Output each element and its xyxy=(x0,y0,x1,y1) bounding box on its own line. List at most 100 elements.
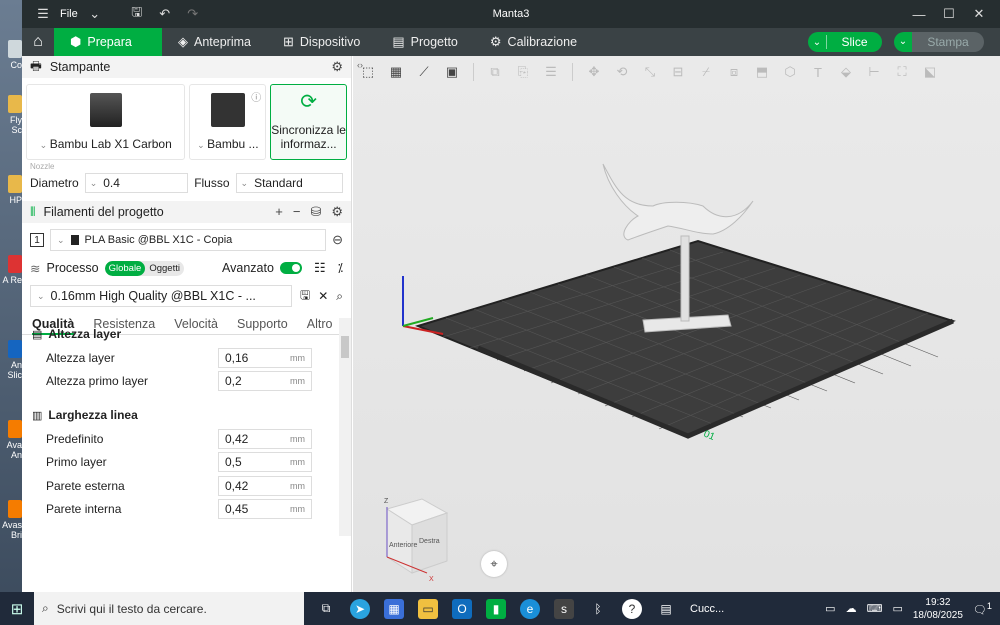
main-tab-bar: ⌂ ⬢ Prepara ◈ Anteprima ⊞ Dispositivo ▤ Prog… xyxy=(22,28,1000,56)
mode-global[interactable]: Globale xyxy=(104,260,146,276)
diameter-value: 0.4 xyxy=(103,176,120,190)
home-icon[interactable]: ⌂ xyxy=(22,28,54,56)
clock-date: 18/08/2025 xyxy=(912,609,963,621)
cube-icon: ⬢ xyxy=(70,34,82,49)
advanced-switch[interactable] xyxy=(279,262,302,274)
project-icon: ▤ xyxy=(392,34,405,49)
add-icon[interactable]: + xyxy=(275,204,283,220)
tab-supporto[interactable]: Supporto xyxy=(237,317,288,334)
desktop-icon[interactable]: An Slic xyxy=(0,340,22,380)
tab-prepara[interactable]: ⬢ Prepara xyxy=(54,28,162,56)
tab-progetto[interactable]: ▤ Progetto xyxy=(376,28,474,56)
battery-icon[interactable]: ▭ xyxy=(825,602,835,615)
filament-index: 1 xyxy=(30,233,44,247)
info-icon[interactable]: ⓘ xyxy=(251,89,261,104)
display-icon[interactable]: ▭ xyxy=(892,602,902,615)
tab-qualita[interactable]: Qualità xyxy=(32,317,75,335)
desktop-icon[interactable]: HP xyxy=(0,175,22,205)
bluetooth-icon[interactable]: ᛒ xyxy=(588,599,608,619)
edge-icon[interactable]: e xyxy=(520,598,540,619)
gear-icon[interactable]: ⚙ xyxy=(331,204,343,220)
notifications-icon[interactable]: 🗨1 xyxy=(973,601,992,617)
windows-start-icon[interactable]: ⊞ xyxy=(0,600,34,618)
printer-section-header: 🖶 Stampante ⚙ xyxy=(22,56,351,78)
slice-label: Slice xyxy=(826,35,882,49)
store-icon[interactable]: ▦ xyxy=(384,598,404,619)
tab-resistenza[interactable]: Resistenza xyxy=(93,317,155,334)
slice-button[interactable]: ⌄ Slice xyxy=(808,32,882,52)
redo-icon[interactable]: ↷ xyxy=(182,3,204,25)
mode-objects[interactable]: Oggetti xyxy=(145,261,184,276)
notification-count: 1 xyxy=(986,600,992,611)
file-menu[interactable]: File xyxy=(60,8,78,20)
process-mode-toggle[interactable]: Globale Oggetti xyxy=(104,260,184,276)
explorer-icon[interactable]: ▭ xyxy=(418,598,438,619)
chevron-down-icon: ⌄ xyxy=(57,234,65,245)
remove-filament-icon[interactable]: ⊖ xyxy=(332,232,343,248)
maximize-icon[interactable]: ☐ xyxy=(934,6,964,22)
model-stand[interactable] xyxy=(680,235,690,322)
outlook-icon[interactable]: O xyxy=(452,598,472,619)
plate-number: 01 xyxy=(702,429,717,444)
desktop-icon[interactable]: Avas Bri xyxy=(0,500,22,540)
sync-button[interactable]: ⟳ Sincronizza le informaz... xyxy=(270,84,347,160)
save-icon[interactable]: 🖫 xyxy=(126,3,148,25)
taskbar-app-label[interactable]: Cucc... xyxy=(690,603,724,615)
minimize-icon[interactable]: — xyxy=(904,7,934,22)
taskbar-search[interactable]: ⌕ Scrivi qui il testo da cercare. xyxy=(34,592,304,625)
printer-card[interactable]: ⌄ Bambu Lab X1 Carbon xyxy=(26,84,186,160)
recenter-view-button[interactable]: ⌖ xyxy=(481,551,507,577)
telegram-icon[interactable]: ➤ xyxy=(350,598,370,619)
task-view-icon[interactable]: ⧉ xyxy=(316,599,336,619)
undo-icon[interactable]: ↶ xyxy=(154,3,176,25)
news-icon[interactable]: ▤ xyxy=(656,599,676,619)
tab-dispositivo[interactable]: ⊞ Dispositivo xyxy=(267,28,376,56)
3d-viewport[interactable]: ‹› 01 ⬚ ▦ ⟋ ▣ ⧉ ⎘ ☰ ✥ ⟲ ⤡ ⊟ ⌿ ⧈ ⬒ ⬡ T ⬙ … xyxy=(353,56,1000,592)
print-button[interactable]: ⌄ Stampa xyxy=(894,32,984,52)
print-label: Stampa xyxy=(912,32,984,52)
nozzle-legend: Nozzle xyxy=(30,162,55,171)
filament-sync-icon[interactable]: ⛁ xyxy=(310,204,321,220)
remove-icon[interactable]: − xyxy=(293,204,301,220)
chevron-down-icon: ⌄ xyxy=(89,177,98,188)
gear-icon[interactable]: ⚙ xyxy=(331,59,343,75)
desktop-icon[interactable]: Fly Sc xyxy=(0,95,22,135)
tab-altro[interactable]: Altro xyxy=(307,317,333,334)
chevron-down-icon[interactable]: ⌄ xyxy=(808,37,826,48)
network-icon[interactable]: ☁ xyxy=(846,602,857,615)
plate-card[interactable]: ⓘ ⌄ Bambu ... xyxy=(189,84,267,160)
chevron-down-icon[interactable]: ⌄ xyxy=(84,3,106,25)
navigation-cube[interactable]: Anteriore Destra Z X xyxy=(367,491,457,591)
list-icon[interactable]: ☷ xyxy=(314,260,326,276)
process-preset-select[interactable]: ⌄ 0.16mm High Quality @BBL X1C - ... xyxy=(30,285,292,307)
hamburger-menu-icon[interactable]: ☰ xyxy=(32,3,54,25)
clock[interactable]: 19:32 18/08/2025 xyxy=(913,596,963,622)
filament-color-swatch[interactable] xyxy=(70,235,79,245)
chevron-down-icon[interactable]: ⌄ xyxy=(894,32,912,52)
close-icon[interactable]: ✕ xyxy=(318,289,328,303)
chevron-down-icon: ⌄ xyxy=(197,140,208,150)
target-icon: ⌖ xyxy=(490,556,498,571)
save-preset-icon[interactable]: 🖫 xyxy=(300,286,310,307)
tab-calibrazione[interactable]: ⚙ Calibrazione xyxy=(474,28,593,56)
flow-select[interactable]: ⌄ Standard xyxy=(235,173,343,193)
close-icon[interactable]: ✕ xyxy=(964,6,994,22)
bambu-studio-icon[interactable]: ▮ xyxy=(486,598,506,619)
tab-anteprima[interactable]: ◈ Anteprima xyxy=(162,28,267,56)
filament-select[interactable]: ⌄ PLA Basic @BBL X1C - Copia xyxy=(50,229,327,251)
calibration-icon: ⚙ xyxy=(489,34,502,49)
help-icon[interactable]: ? xyxy=(622,598,642,619)
cube-front-label: Anteriore xyxy=(389,542,418,549)
desktop-icon[interactable]: Co xyxy=(0,40,22,70)
manta-model[interactable] xyxy=(602,163,754,241)
plate-name: Bambu ... xyxy=(207,137,259,151)
keyboard-icon[interactable]: ⌨ xyxy=(867,602,883,615)
compare-icon[interactable]: ⁒ xyxy=(338,261,343,275)
chevron-down-icon: ⌄ xyxy=(37,290,45,301)
desktop-icon[interactable]: Ava An xyxy=(0,420,22,460)
tab-velocita[interactable]: Velocità xyxy=(174,317,218,334)
diameter-select[interactable]: ⌄ 0.4 xyxy=(84,173,189,193)
search-icon[interactable]: ⌕ xyxy=(336,289,343,304)
desktop-icon[interactable]: A Re xyxy=(0,255,22,285)
slicer-icon[interactable]: s xyxy=(554,598,574,619)
